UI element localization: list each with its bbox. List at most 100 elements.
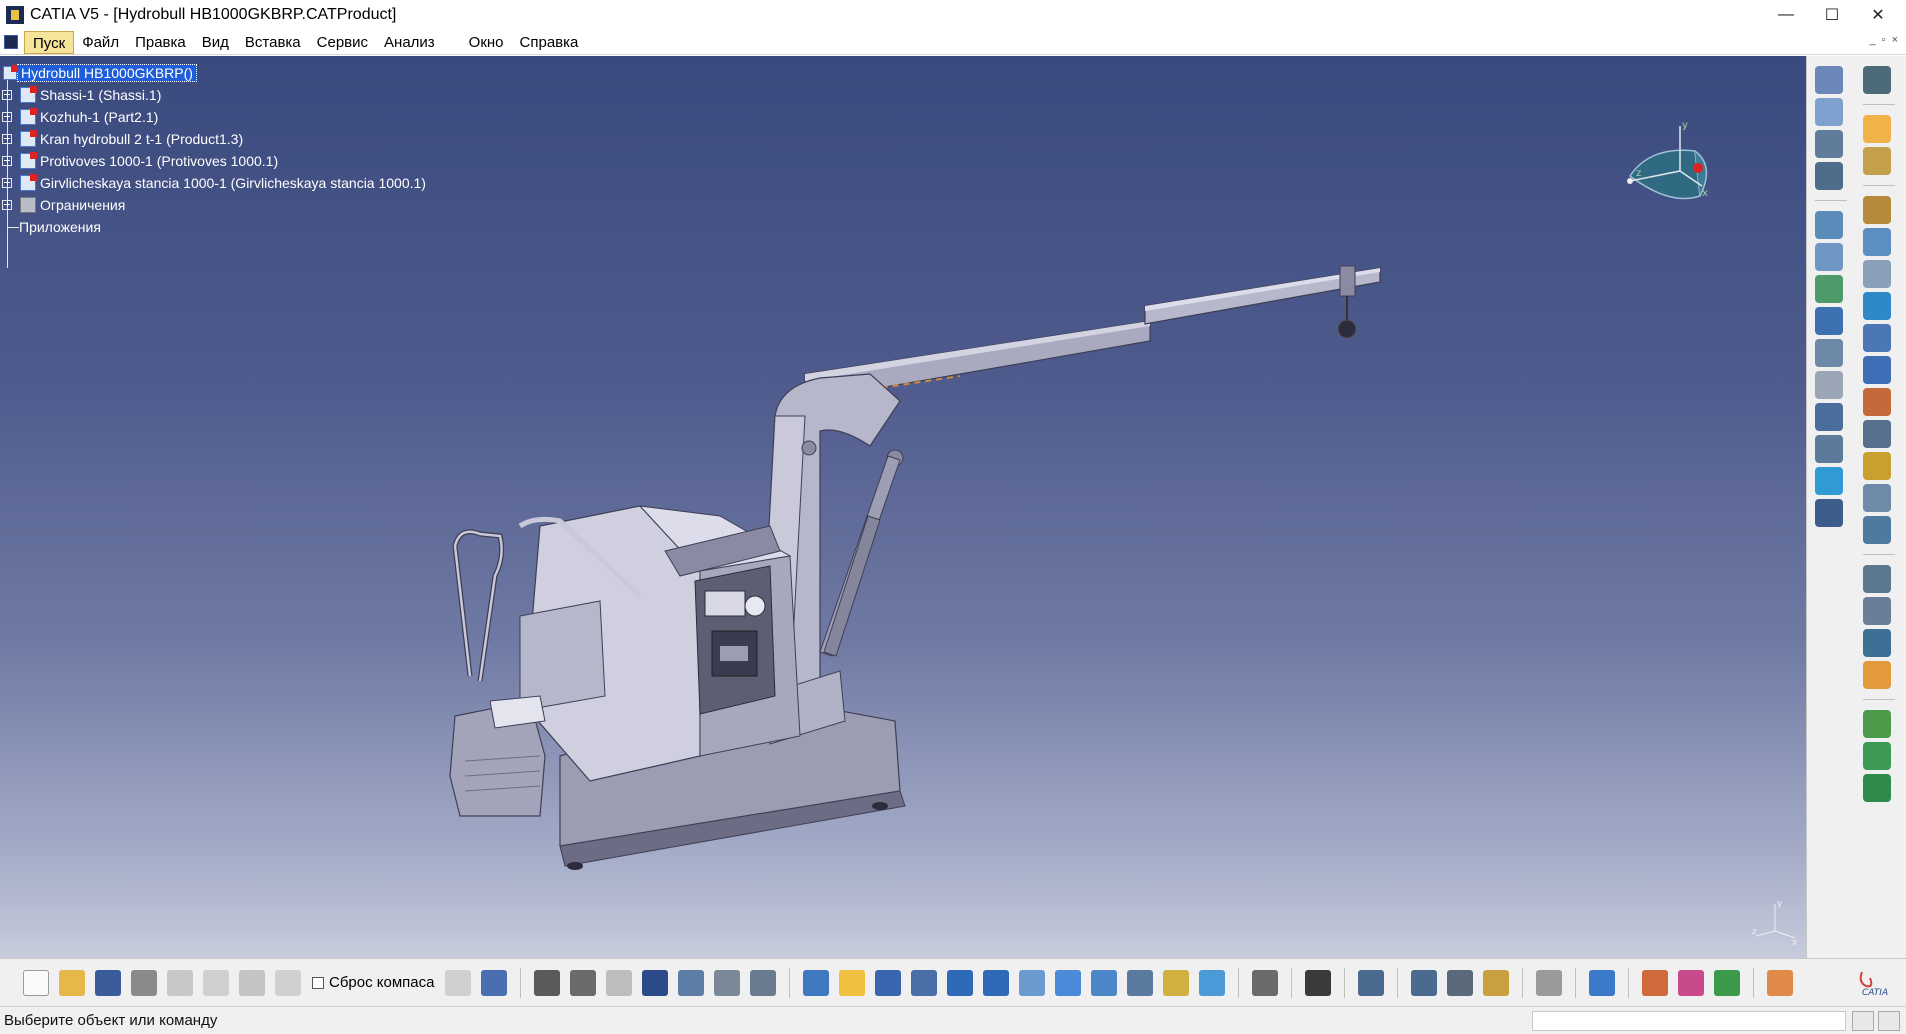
- rotate-icon[interactable]: [911, 969, 938, 996]
- paperclip-icon[interactable]: [1815, 371, 1843, 399]
- hide-show-icon[interactable]: [1163, 969, 1190, 996]
- whats-this-icon[interactable]: [481, 969, 508, 996]
- manipulation-icon[interactable]: [1815, 211, 1843, 239]
- close-button[interactable]: ✕: [1855, 0, 1901, 30]
- select-arrow-icon[interactable]: [1863, 115, 1891, 143]
- compass-icon[interactable]: y z x: [1610, 116, 1720, 216]
- copy-icon[interactable]: [203, 969, 229, 996]
- minimize-button[interactable]: —: [1763, 0, 1809, 30]
- knowledge-icon[interactable]: [714, 969, 741, 996]
- undo-icon[interactable]: [275, 969, 301, 996]
- comment-icon[interactable]: [570, 969, 597, 996]
- swap-visible-space-icon[interactable]: [1199, 969, 1226, 996]
- constraint-update-icon[interactable]: [1863, 452, 1891, 480]
- bill-of-material-icon[interactable]: [1863, 565, 1891, 593]
- cut-icon[interactable]: [167, 969, 193, 996]
- redo-icon[interactable]: [445, 969, 472, 996]
- save-icon[interactable]: [95, 969, 121, 996]
- fix-together-icon[interactable]: [1815, 435, 1843, 463]
- apply-material-icon[interactable]: [1589, 969, 1616, 996]
- axis-system-icon[interactable]: [1252, 969, 1279, 996]
- menu-help[interactable]: Справка: [512, 31, 587, 54]
- catalog-browser-icon[interactable]: [1714, 969, 1741, 996]
- menu-insert[interactable]: Вставка: [237, 31, 309, 54]
- measure-item-icon[interactable]: [1447, 969, 1474, 996]
- multi-view-icon[interactable]: [1055, 969, 1082, 996]
- zoom-in-icon[interactable]: [947, 969, 974, 996]
- flexible-subassembly-icon[interactable]: [1863, 388, 1891, 416]
- multi-instantiation-icon[interactable]: [1815, 499, 1843, 527]
- print-icon[interactable]: [131, 969, 157, 996]
- command-input[interactable]: [1532, 1011, 1846, 1031]
- render-icon[interactable]: [1678, 969, 1705, 996]
- fit-all-icon[interactable]: [839, 969, 866, 996]
- update-icon[interactable]: [1815, 467, 1843, 495]
- zoom-out-icon[interactable]: [983, 969, 1010, 996]
- anchor-icon[interactable]: [1815, 339, 1843, 367]
- shading-icon[interactable]: [1127, 969, 1154, 996]
- cycle-update-icon[interactable]: [1536, 969, 1563, 996]
- change-constraint-icon[interactable]: [1863, 420, 1891, 448]
- fly-mode-icon[interactable]: [803, 969, 830, 996]
- crane-3d-model[interactable]: [0, 56, 1806, 958]
- measure-icon[interactable]: [1863, 484, 1891, 512]
- split-icon[interactable]: [1863, 710, 1891, 738]
- iso-view-icon[interactable]: [1091, 969, 1118, 996]
- menu-analysis[interactable]: Анализ: [376, 31, 443, 54]
- normal-view-icon[interactable]: [1019, 969, 1046, 996]
- offset-constraint-icon[interactable]: [1863, 260, 1891, 288]
- pan-icon[interactable]: [875, 969, 902, 996]
- mechanical-structure-icon[interactable]: [1863, 661, 1891, 689]
- new-document-icon[interactable]: [23, 969, 49, 996]
- coincidence-constraint-icon[interactable]: [1863, 196, 1891, 224]
- stop-manipulate-on-clash-icon[interactable]: [1815, 307, 1843, 335]
- measure-inertia-icon[interactable]: [1483, 969, 1510, 996]
- stop-command-button[interactable]: [1878, 1011, 1900, 1031]
- menu-file[interactable]: Файл: [74, 31, 127, 54]
- macro-icon[interactable]: [606, 969, 633, 996]
- menu-view[interactable]: Вид: [194, 31, 237, 54]
- new-product-icon[interactable]: [1815, 98, 1843, 126]
- document-icon[interactable]: [4, 35, 18, 49]
- crane-counterweight[interactable]: [449, 695, 546, 817]
- menu-window[interactable]: Окно: [461, 31, 512, 54]
- crane-boom[interactable]: [804, 265, 1381, 402]
- quick-constraint-icon[interactable]: [1863, 356, 1891, 384]
- new-part-icon[interactable]: [1815, 130, 1843, 158]
- maximize-button[interactable]: ☐: [1809, 0, 1855, 30]
- 3d-viewport[interactable]: Hydrobull HB1000GKBRP() Shassi-1 (Shassi…: [0, 56, 1806, 958]
- command-list-button[interactable]: [1852, 1011, 1874, 1031]
- dependencies-icon[interactable]: [1863, 629, 1891, 657]
- paste-icon[interactable]: [239, 969, 265, 996]
- existing-component-icon[interactable]: [1815, 162, 1843, 190]
- open-icon[interactable]: [59, 969, 85, 996]
- catia-app-icon[interactable]: [6, 6, 24, 24]
- doc-minimize-button[interactable]: _: [1870, 34, 1876, 46]
- catalog-icon[interactable]: [678, 969, 705, 996]
- compass-reset-toggle[interactable]: Сброс компаса: [312, 974, 434, 991]
- reuse-pattern-icon[interactable]: [1815, 403, 1843, 431]
- analyze-constraints-icon[interactable]: [1863, 597, 1891, 625]
- crane-control-panel[interactable]: [694, 565, 776, 715]
- new-component-icon[interactable]: [1815, 66, 1843, 94]
- menu-edit[interactable]: Правка: [127, 31, 194, 54]
- camera-icon[interactable]: [1305, 969, 1332, 996]
- compass-reset-checkbox[interactable]: [312, 976, 324, 989]
- sectioning-icon[interactable]: [1863, 66, 1891, 94]
- grid-icon[interactable]: [1767, 969, 1794, 996]
- doc-close-button[interactable]: ×: [1892, 34, 1898, 46]
- explode-icon[interactable]: [1815, 275, 1843, 303]
- table-icon[interactable]: [642, 969, 669, 996]
- menu-start[interactable]: Пуск: [24, 30, 75, 54]
- clash-analysis-icon[interactable]: [1863, 516, 1891, 544]
- reorder-icon[interactable]: [750, 969, 777, 996]
- hole-icon[interactable]: [1863, 742, 1891, 770]
- menu-tools[interactable]: Сервис: [309, 31, 376, 54]
- formula-icon[interactable]: [534, 969, 561, 996]
- select-trap-icon[interactable]: [1863, 147, 1891, 175]
- doc-restore-button[interactable]: ▫: [1882, 34, 1886, 46]
- publish-icon[interactable]: [1358, 969, 1385, 996]
- contact-constraint-icon[interactable]: [1863, 228, 1891, 256]
- angle-constraint-icon[interactable]: [1863, 292, 1891, 320]
- scenes-icon[interactable]: [1642, 969, 1669, 996]
